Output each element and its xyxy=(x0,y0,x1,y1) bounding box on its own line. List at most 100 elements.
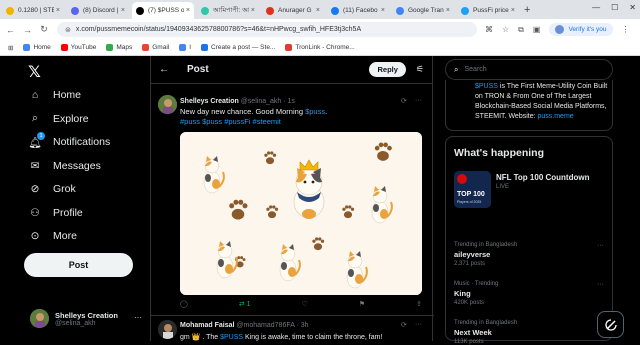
maximize-icon[interactable]: ☐ xyxy=(611,3,618,12)
bookmark-item[interactable]: I xyxy=(179,44,191,51)
account-switcher[interactable]: Shelleys Creation @selina_akh ··· xyxy=(30,309,142,328)
tab-close-icon[interactable]: × xyxy=(251,7,255,14)
promo-link[interactable]: puss.meme xyxy=(538,113,574,120)
bookmark-label: I xyxy=(189,44,192,51)
nav-item-grok[interactable]: ⊘ Grok xyxy=(28,182,76,196)
retweet-button[interactable]: ⇄ 1 xyxy=(239,300,251,308)
tweet-author-avatar[interactable] xyxy=(158,95,177,114)
tab-label: Anurager G xyxy=(278,7,312,14)
tab-close-icon[interactable]: × xyxy=(511,7,515,14)
search-input[interactable]: ⌕ Search xyxy=(445,59,613,80)
new-tab-icon[interactable]: + xyxy=(524,4,530,16)
reply-author-name[interactable]: Mohamad Faisal xyxy=(180,322,234,329)
browser-tab[interactable]: (8) Discord | × xyxy=(67,2,129,19)
x-logo-icon[interactable]: 𝕏 xyxy=(28,62,41,81)
post-detail-column: ← Post Reply ⚟ Shelleys Creation @selina… xyxy=(150,56,434,341)
nav-item-notifications[interactable]: 🔔︎ 1 Notifications xyxy=(28,132,110,149)
tab-label: (11) Facebo xyxy=(343,7,378,14)
like-icon[interactable]: ♡ xyxy=(302,300,308,308)
reply-more-icon[interactable]: ··· xyxy=(415,321,422,328)
minimize-icon[interactable]: — xyxy=(592,3,600,12)
trend-item[interactable]: Trending in Bangladesh aileyverse 2,371 po… xyxy=(454,242,604,267)
tab-label: PussFi price xyxy=(473,7,509,14)
account-more-icon[interactable]: ··· xyxy=(134,313,142,322)
bookmark-item[interactable]: TronLink - Chrome... xyxy=(285,44,355,51)
browser-tab[interactable]: Google Tran × xyxy=(392,2,454,19)
bookmark-item[interactable]: YouTube xyxy=(60,44,96,51)
browser-tab[interactable]: Anurager G × xyxy=(262,2,324,19)
bookmark-item[interactable]: Maps xyxy=(106,44,132,51)
trend-more-icon[interactable]: ··· xyxy=(597,242,604,249)
post-header: ← Post Reply ⚟ xyxy=(151,56,432,84)
translate-icon[interactable]: ⌘ xyxy=(485,25,493,34)
nav-item-more[interactable]: ⊙ More xyxy=(28,229,77,243)
cashtag-link[interactable]: $puss xyxy=(305,107,325,116)
reload-icon[interactable]: ↻ xyxy=(40,24,48,35)
tweet-more-icon[interactable]: ··· xyxy=(415,97,422,104)
bookmark-item[interactable]: Gmail xyxy=(142,44,169,51)
forward-arrow-icon[interactable]: → xyxy=(23,25,32,35)
tweet-author[interactable]: Shelleys Creation @selina_akh · 1s xyxy=(180,98,295,105)
nav-item-label: Home xyxy=(53,89,82,101)
reply-cashtag[interactable]: $PUSS xyxy=(220,334,243,341)
nav-item-messages[interactable]: ✉ Messages xyxy=(28,159,101,173)
trend-count: 420K posts xyxy=(454,300,485,306)
nav-item-profile[interactable]: ⚇ Profile xyxy=(28,206,82,220)
browser-tab[interactable]: 0.1280 | STE × xyxy=(2,2,64,19)
extensions-icon[interactable]: ⧉ xyxy=(518,25,524,35)
search-placeholder: Search xyxy=(464,66,487,73)
reply-author[interactable]: Mohamad Faisal @mohamad786FA · 3h xyxy=(180,322,309,329)
tweet-hashtags[interactable]: #puss $puss #pussFi #steemit xyxy=(180,117,281,126)
nfl-thumbnail[interactable]: TOP 100 Players of 2025 xyxy=(454,171,491,208)
notification-badge: 1 xyxy=(37,132,45,140)
retweet-count: 1 xyxy=(246,301,251,308)
grok-explain-icon[interactable]: ⟳ xyxy=(401,97,407,105)
bookmark-item[interactable]: Create a post — Ste... xyxy=(201,44,275,51)
site-info-icon[interactable]: ⊜ xyxy=(65,26,71,34)
reply-author-avatar[interactable] xyxy=(158,320,177,339)
featured-title[interactable]: NFL Top 100 Countdown xyxy=(496,173,589,182)
nav-item-explore[interactable]: ⌕ Explore xyxy=(28,112,89,126)
post-button[interactable]: Post xyxy=(24,253,133,277)
tweet-author-name[interactable]: Shelleys Creation xyxy=(180,98,239,105)
tab-close-icon[interactable]: × xyxy=(121,7,125,14)
nav-item-label: Grok xyxy=(53,183,76,195)
reply-tweet[interactable]: Mohamad Faisal @mohamad786FA · 3h ⟳ ··· … xyxy=(151,315,434,341)
close-window-icon[interactable]: ✕ xyxy=(629,3,636,12)
browser-tab[interactable]: (11) Facebo × xyxy=(327,2,389,19)
tweet-image[interactable] xyxy=(180,132,422,295)
share-icon[interactable]: ⇪ xyxy=(416,300,422,308)
url-input[interactable]: ⊜ x.com/pussmemecoin/status/194093436257… xyxy=(57,22,477,37)
apps-grid-icon[interactable]: ⊞ xyxy=(8,44,13,52)
reply-icon[interactable]: ◯ xyxy=(180,300,188,308)
trend-item[interactable]: Trending in Bangladesh Next Week 113K post… xyxy=(454,320,604,345)
sidepanel-icon[interactable]: ▣ xyxy=(533,25,541,34)
bookmark-icon[interactable]: ⚑ xyxy=(359,300,365,308)
bookmark-item[interactable]: Home xyxy=(23,44,51,51)
filter-icon[interactable]: ⚟ xyxy=(416,64,424,75)
browser-menu-icon[interactable]: ⋮ xyxy=(622,25,630,34)
browser-tab[interactable]: PussFi price × xyxy=(457,2,519,19)
nav-item-home[interactable]: ⌂ Home xyxy=(28,88,81,102)
tab-close-icon[interactable]: × xyxy=(56,7,60,14)
verify-profile-chip[interactable]: Verify it's you xyxy=(549,23,613,36)
left-sidebar: 𝕏 ⌂ Home ⌕ Explore 🔔︎ 1 Notifications ✉ Messages… xyxy=(0,56,150,341)
right-sidebar: ⌕ Search $PUSS is The First Meme-Utility… xyxy=(433,56,640,345)
back-arrow-icon[interactable]: ← xyxy=(6,25,15,35)
browser-tab[interactable]: (7) $PUSS o × xyxy=(132,2,194,19)
reply-grok-icon[interactable]: ⟳ xyxy=(401,321,407,329)
browser-tab[interactable]: আমিপাপী: আ × xyxy=(197,2,259,19)
reply-button[interactable]: Reply xyxy=(369,62,406,77)
tab-close-icon[interactable]: × xyxy=(316,7,320,14)
bookmark-star-icon[interactable]: ☆ xyxy=(502,25,509,34)
promo-cashtag[interactable]: $PUSS xyxy=(475,83,498,90)
tab-close-icon[interactable]: × xyxy=(446,7,450,14)
tab-close-icon[interactable]: × xyxy=(381,7,385,14)
trend-item[interactable]: Music · Trending King 420K posts ··· xyxy=(454,281,604,306)
back-icon[interactable]: ← xyxy=(159,64,169,75)
featured-status: LIVE xyxy=(496,184,510,190)
promo-card: $PUSS is The First Meme-Utility Coin Bui… xyxy=(445,80,613,131)
trend-more-icon[interactable]: ··· xyxy=(597,281,604,288)
tab-close-icon[interactable]: × xyxy=(186,7,190,14)
grok-fab-button[interactable] xyxy=(597,311,624,338)
